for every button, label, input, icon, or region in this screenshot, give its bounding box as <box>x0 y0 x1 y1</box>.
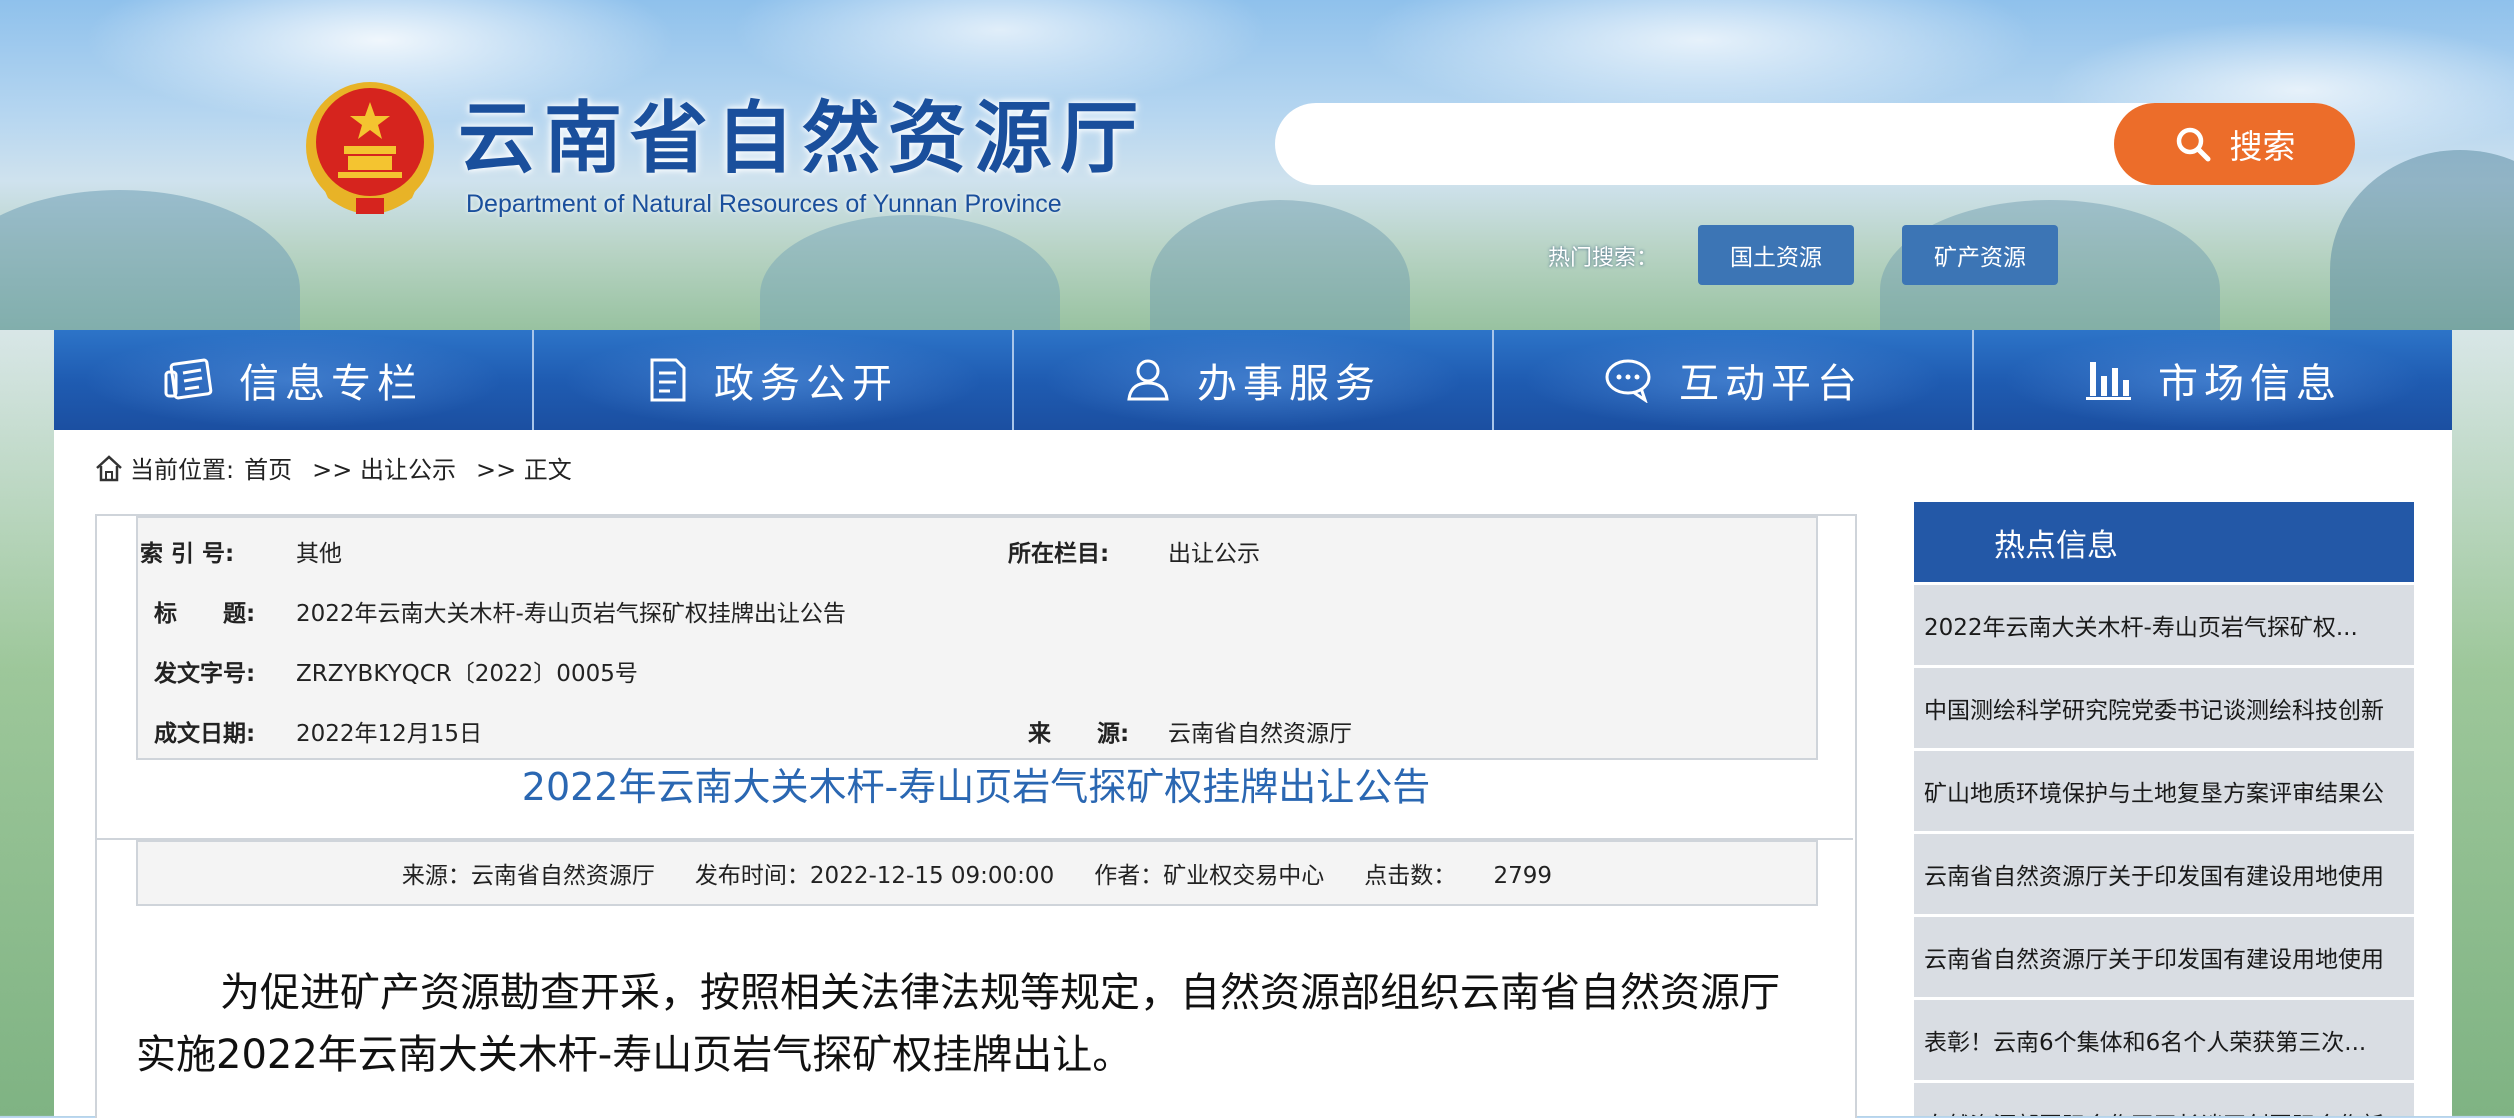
meta-docno-label: 发文字号: <box>154 661 256 687</box>
article-source: 来源：云南省自然资源厅 <box>401 863 655 889</box>
meta-column-value: 出让公示 <box>1168 541 1260 567</box>
meta-date-label: 成文日期: <box>154 721 256 747</box>
hot-info-sidebar: 热点信息 2022年云南大关木杆-寿山页岩气探矿权... 中国测绘科学研究院党委… <box>1914 502 2414 1116</box>
sidebar-item[interactable]: 矿山地质环境保护与土地复垦方案评审结果公 <box>1914 751 2414 831</box>
article-author: 作者：矿业权交易中心 <box>1094 863 1325 889</box>
clicks-value: 2799 <box>1493 863 1553 889</box>
article-title: 2022年云南大关木杆-寿山页岩气探矿权挂牌出让公告 <box>521 765 1431 809</box>
nav-label: 办事服务 <box>1197 361 1381 407</box>
article-info-bar: 来源：云南省自然资源厅 发布时间：2022-12-15 09:00:00 作者：… <box>136 840 1818 906</box>
site-title: 云南省自然资源厅 <box>458 93 1147 184</box>
nav-item-info-column[interactable]: 信息专栏 <box>54 330 534 430</box>
newspaper-icon <box>164 358 213 400</box>
search-input[interactable] <box>1310 112 2114 178</box>
breadcrumb-current: >> 正文 <box>475 456 572 484</box>
sidebar-item[interactable]: 云南省自然资源厅关于印发国有建设用地使用 <box>1914 917 2414 997</box>
hot-tag-land-resources[interactable]: 国土资源 <box>1698 225 1854 285</box>
meta-title-value: 2022年云南大关木杆-寿山页岩气探矿权挂牌出让公告 <box>296 601 846 627</box>
article-publish-time: 发布时间：2022-12-15 09:00:00 <box>694 863 1055 889</box>
bar-chart-icon <box>2086 362 2131 400</box>
meta-index-label: 索 引 号: <box>140 541 235 567</box>
nav-label: 市场信息 <box>2158 361 2342 407</box>
nav-item-market-info[interactable]: 市场信息 <box>1974 330 2452 430</box>
nav-item-services[interactable]: 办事服务 <box>1014 330 1494 430</box>
sidebar-item[interactable]: 2022年云南大关木杆-寿山页岩气探矿权... <box>1914 585 2414 665</box>
breadcrumb-transfer-notice[interactable]: >> 出让公示 <box>312 450 456 485</box>
user-icon <box>1127 359 1169 401</box>
document-meta-box: 索 引 号: 其他 所在栏目: 出让公示 标 题: 2022年云南大关木杆-寿山… <box>136 516 1818 760</box>
search-button[interactable]: 搜索 <box>2114 103 2355 185</box>
sidebar-item[interactable]: 自然资源部国际合作司司长谈开创国际合作新 <box>1914 1083 2414 1116</box>
nav-item-government-affairs[interactable]: 政务公开 <box>534 330 1014 430</box>
meta-index-value: 其他 <box>296 541 342 567</box>
hot-tag-mineral-resources[interactable]: 矿产资源 <box>1902 225 2058 285</box>
search-button-label: 搜索 <box>2229 127 2296 166</box>
nav-label: 政务公开 <box>714 361 898 407</box>
meta-source-label: 来 源: <box>1028 721 1130 747</box>
site-subtitle-english: Department of Natural Resources of Yunna… <box>466 190 1062 218</box>
nav-item-interaction[interactable]: 互动平台 <box>1494 330 1974 430</box>
sidebar-item[interactable]: 表彰！云南6个集体和6名个人荣获第三次... <box>1914 1000 2414 1080</box>
meta-source-value: 云南省自然资源厅 <box>1168 721 1352 747</box>
hot-search-label: 热门搜索： <box>1548 246 1659 271</box>
sidebar-item[interactable]: 中国测绘科学研究院党委书记谈测绘科技创新 <box>1914 668 2414 748</box>
breadcrumb-prefix: 当前位置: <box>130 456 235 484</box>
breadcrumb: 当前位置: 首页 >> 出让公示 >> 正文 <box>94 450 572 485</box>
national-emblem-icon <box>306 82 434 214</box>
search-icon <box>2176 127 2210 162</box>
meta-date-value: 2022年12月15日 <box>296 721 483 747</box>
meta-docno-value: ZRZYBKYQCR〔2022〕0005号 <box>296 661 638 687</box>
chat-icon <box>1605 359 1651 403</box>
breadcrumb-home[interactable]: 首页 <box>244 450 292 485</box>
main-nav: 信息专栏 政务公开 办事服务 互动平台 市场信息 <box>54 330 2452 430</box>
clicks-label: 点击数： <box>1364 863 1457 889</box>
nav-label: 信息专栏 <box>239 361 423 407</box>
sidebar-item[interactable]: 云南省自然资源厅关于印发国有建设用地使用 <box>1914 834 2414 914</box>
meta-title-label: 标 题: <box>154 601 256 627</box>
sidebar-title: 热点信息 <box>1914 502 2414 582</box>
article-body: 为促进矿产资源勘查开采，按照相关法律法规等规定，自然资源部组织云南省自然资源厅实… <box>136 970 1780 1078</box>
home-icon <box>96 454 122 481</box>
meta-column-label: 所在栏目: <box>1008 541 1110 567</box>
nav-label: 互动平台 <box>1679 361 1863 407</box>
document-icon <box>650 358 686 402</box>
article-clicks: 点击数： 2799 <box>1364 856 1552 890</box>
